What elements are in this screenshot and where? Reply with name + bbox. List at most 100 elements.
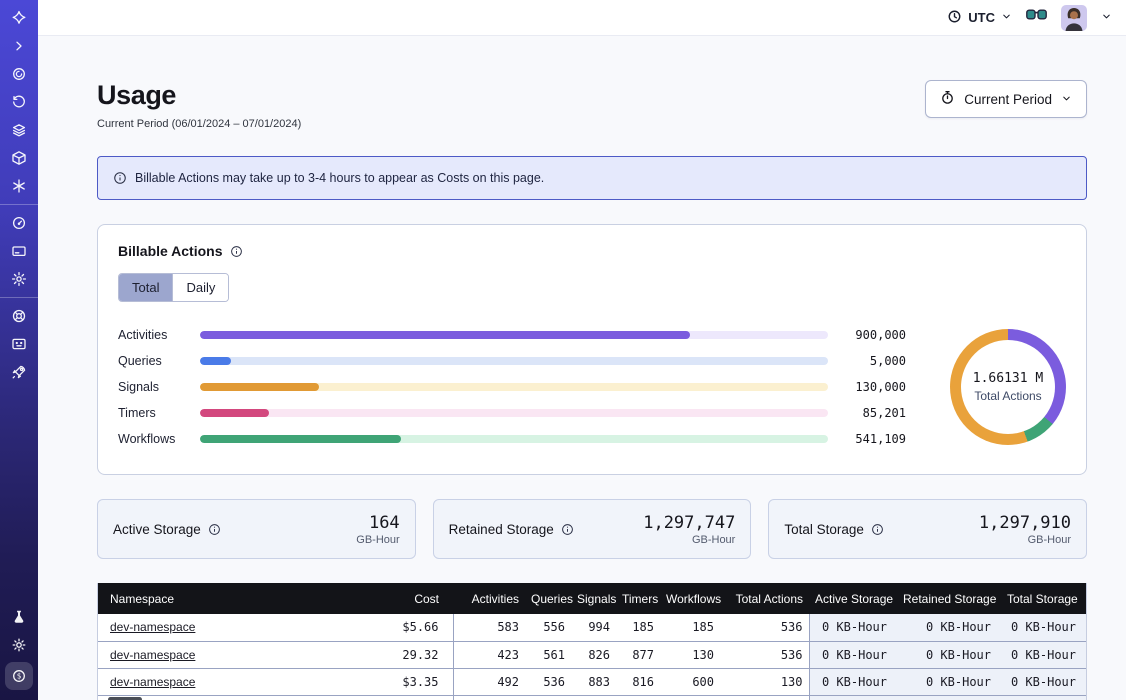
bar-fill (200, 409, 269, 417)
cell-signals: 994 (571, 614, 616, 641)
info-icon[interactable] (208, 523, 221, 536)
table-header-row: NamespaceCostActivitiesQueriesSignalsTim… (98, 583, 1086, 614)
bar-track (200, 409, 828, 417)
tab-daily[interactable]: Daily (172, 274, 228, 301)
history-icon[interactable] (6, 91, 32, 113)
column-header: Retained Storage (897, 583, 1001, 614)
page-subtitle: Current Period (06/01/2024 – 07/01/2024) (97, 118, 301, 130)
cell-total-actions: 536 (720, 641, 809, 668)
table-body: dev-namespace$5.665835569941851855360 KB… (98, 614, 1086, 700)
bar-track (200, 357, 828, 365)
dev-glasses-icon[interactable] (1026, 9, 1047, 27)
profile-chevron-icon[interactable] (1101, 9, 1112, 27)
support-lifebuoy-icon[interactable] (6, 305, 32, 327)
column-header: Active Storage (809, 583, 897, 614)
cell-signals: 826 (571, 641, 616, 668)
billing-card-icon[interactable] (6, 240, 32, 262)
usage-gauge-icon[interactable] (6, 212, 32, 234)
column-header: Signals (571, 583, 616, 614)
layers-icon[interactable] (6, 119, 32, 141)
storage-card-value: 1,297,747 (643, 513, 735, 533)
cell-activities: 492 (453, 668, 525, 695)
storage-card-unit: GB-Hour (356, 534, 399, 546)
table-row-partial (98, 695, 1086, 700)
feedback-screen-icon[interactable] (6, 333, 32, 355)
cell-workflows: 185 (660, 614, 720, 641)
column-header: Cost (356, 583, 453, 614)
settings-gear-icon[interactable] (6, 268, 32, 290)
cell-timers: 816 (616, 668, 660, 695)
namespace-link[interactable]: dev-namespace (110, 675, 195, 689)
temporal-logo-icon[interactable] (6, 7, 32, 29)
donut-center-value: 1.66131 M (973, 371, 1043, 386)
storage-card-value: 1,297,910 (979, 513, 1071, 533)
cell-queries: 536 (525, 668, 571, 695)
retained-storage-card: Retained Storage 1,297,747 GB-Hour (433, 499, 752, 559)
info-icon[interactable] (871, 523, 884, 536)
bar-row: Queries 5,000 (118, 348, 906, 374)
total-storage-card: Total Storage 1,297,910 GB-Hour (768, 499, 1087, 559)
bar-value: 85,201 (844, 406, 906, 420)
cell-active-storage: 0 KB-Hour (809, 668, 897, 695)
labs-flask-icon[interactable] (6, 606, 32, 628)
cell-total-storage: 0 KB-Hour (1001, 614, 1086, 641)
cell-retained-storage (897, 695, 1001, 700)
cell-activities: 423 (453, 641, 525, 668)
cell-retained-storage: 0 KB-Hour (897, 641, 1001, 668)
cell-queries: 556 (525, 614, 571, 641)
avatar[interactable] (1061, 5, 1087, 31)
cell-timers: 185 (616, 614, 660, 641)
cell-queries (525, 695, 571, 700)
bar-row: Activities 900,000 (118, 322, 906, 348)
storage-card-unit: GB-Hour (979, 534, 1071, 546)
cell-active-storage (809, 695, 897, 700)
timezone-label: UTC (968, 10, 995, 25)
cell-total-storage: 0 KB-Hour (1001, 668, 1086, 695)
bar-value: 900,000 (844, 328, 906, 342)
nexus-icon[interactable] (6, 175, 32, 197)
bar-label: Timers (118, 406, 188, 420)
billable-actions-title: Billable Actions (118, 243, 223, 259)
table-row: dev-namespace$3.354925368838166001300 KB… (98, 668, 1086, 695)
cell-signals: 883 (571, 668, 616, 695)
sidebar: $ (0, 0, 38, 700)
info-icon[interactable] (561, 523, 574, 536)
namespaces-icon[interactable] (6, 63, 32, 85)
namespace-link[interactable]: dev-namespace (110, 620, 195, 634)
deployments-icon[interactable] (6, 147, 32, 169)
svg-text:$: $ (17, 672, 22, 681)
tab-total[interactable]: Total (119, 274, 172, 301)
cell-cost: $3.35 (356, 668, 453, 695)
stopwatch-icon (940, 90, 955, 108)
cell-total-actions: 130 (720, 668, 809, 695)
bar-row: Signals 130,000 (118, 374, 906, 400)
storage-cards-row: Active Storage 164 GB-Hour Retained Stor… (97, 499, 1087, 559)
namespace-link[interactable]: dev-namespace (110, 648, 195, 662)
credits-dollar-icon[interactable]: $ (5, 662, 33, 690)
storage-card-label: Retained Storage (449, 522, 554, 537)
total-actions-donut: 1.66131 M Total Actions (950, 329, 1066, 445)
bar-value: 541,109 (844, 432, 906, 446)
cell-namespace: dev-namespace (98, 641, 356, 668)
timezone-selector[interactable]: UTC (947, 9, 1012, 27)
storage-card-unit: GB-Hour (643, 534, 735, 546)
donut-center-label: Total Actions (974, 389, 1041, 403)
column-header: Total Storage (1001, 583, 1086, 614)
column-header: Timers (616, 583, 660, 614)
storage-card-label: Total Storage (784, 522, 864, 537)
cell-retained-storage: 0 KB-Hour (897, 614, 1001, 641)
cell-cost (356, 695, 453, 700)
info-icon[interactable] (230, 245, 243, 258)
storage-card-value: 164 (356, 513, 399, 533)
cell-workflows: 600 (660, 668, 720, 695)
cell-namespace: dev-namespace (98, 614, 356, 641)
period-selector-button[interactable]: Current Period (925, 80, 1087, 118)
billable-actions-card: Billable Actions TotalDaily Activities 9… (97, 224, 1087, 475)
bar-track (200, 383, 828, 391)
cell-signals (571, 695, 616, 700)
column-header: Workflows (660, 583, 720, 614)
getting-started-rocket-icon[interactable] (6, 361, 32, 383)
theme-sun-icon[interactable] (6, 634, 32, 656)
collapse-chevron-icon[interactable] (6, 35, 32, 57)
storage-card-label: Active Storage (113, 522, 201, 537)
